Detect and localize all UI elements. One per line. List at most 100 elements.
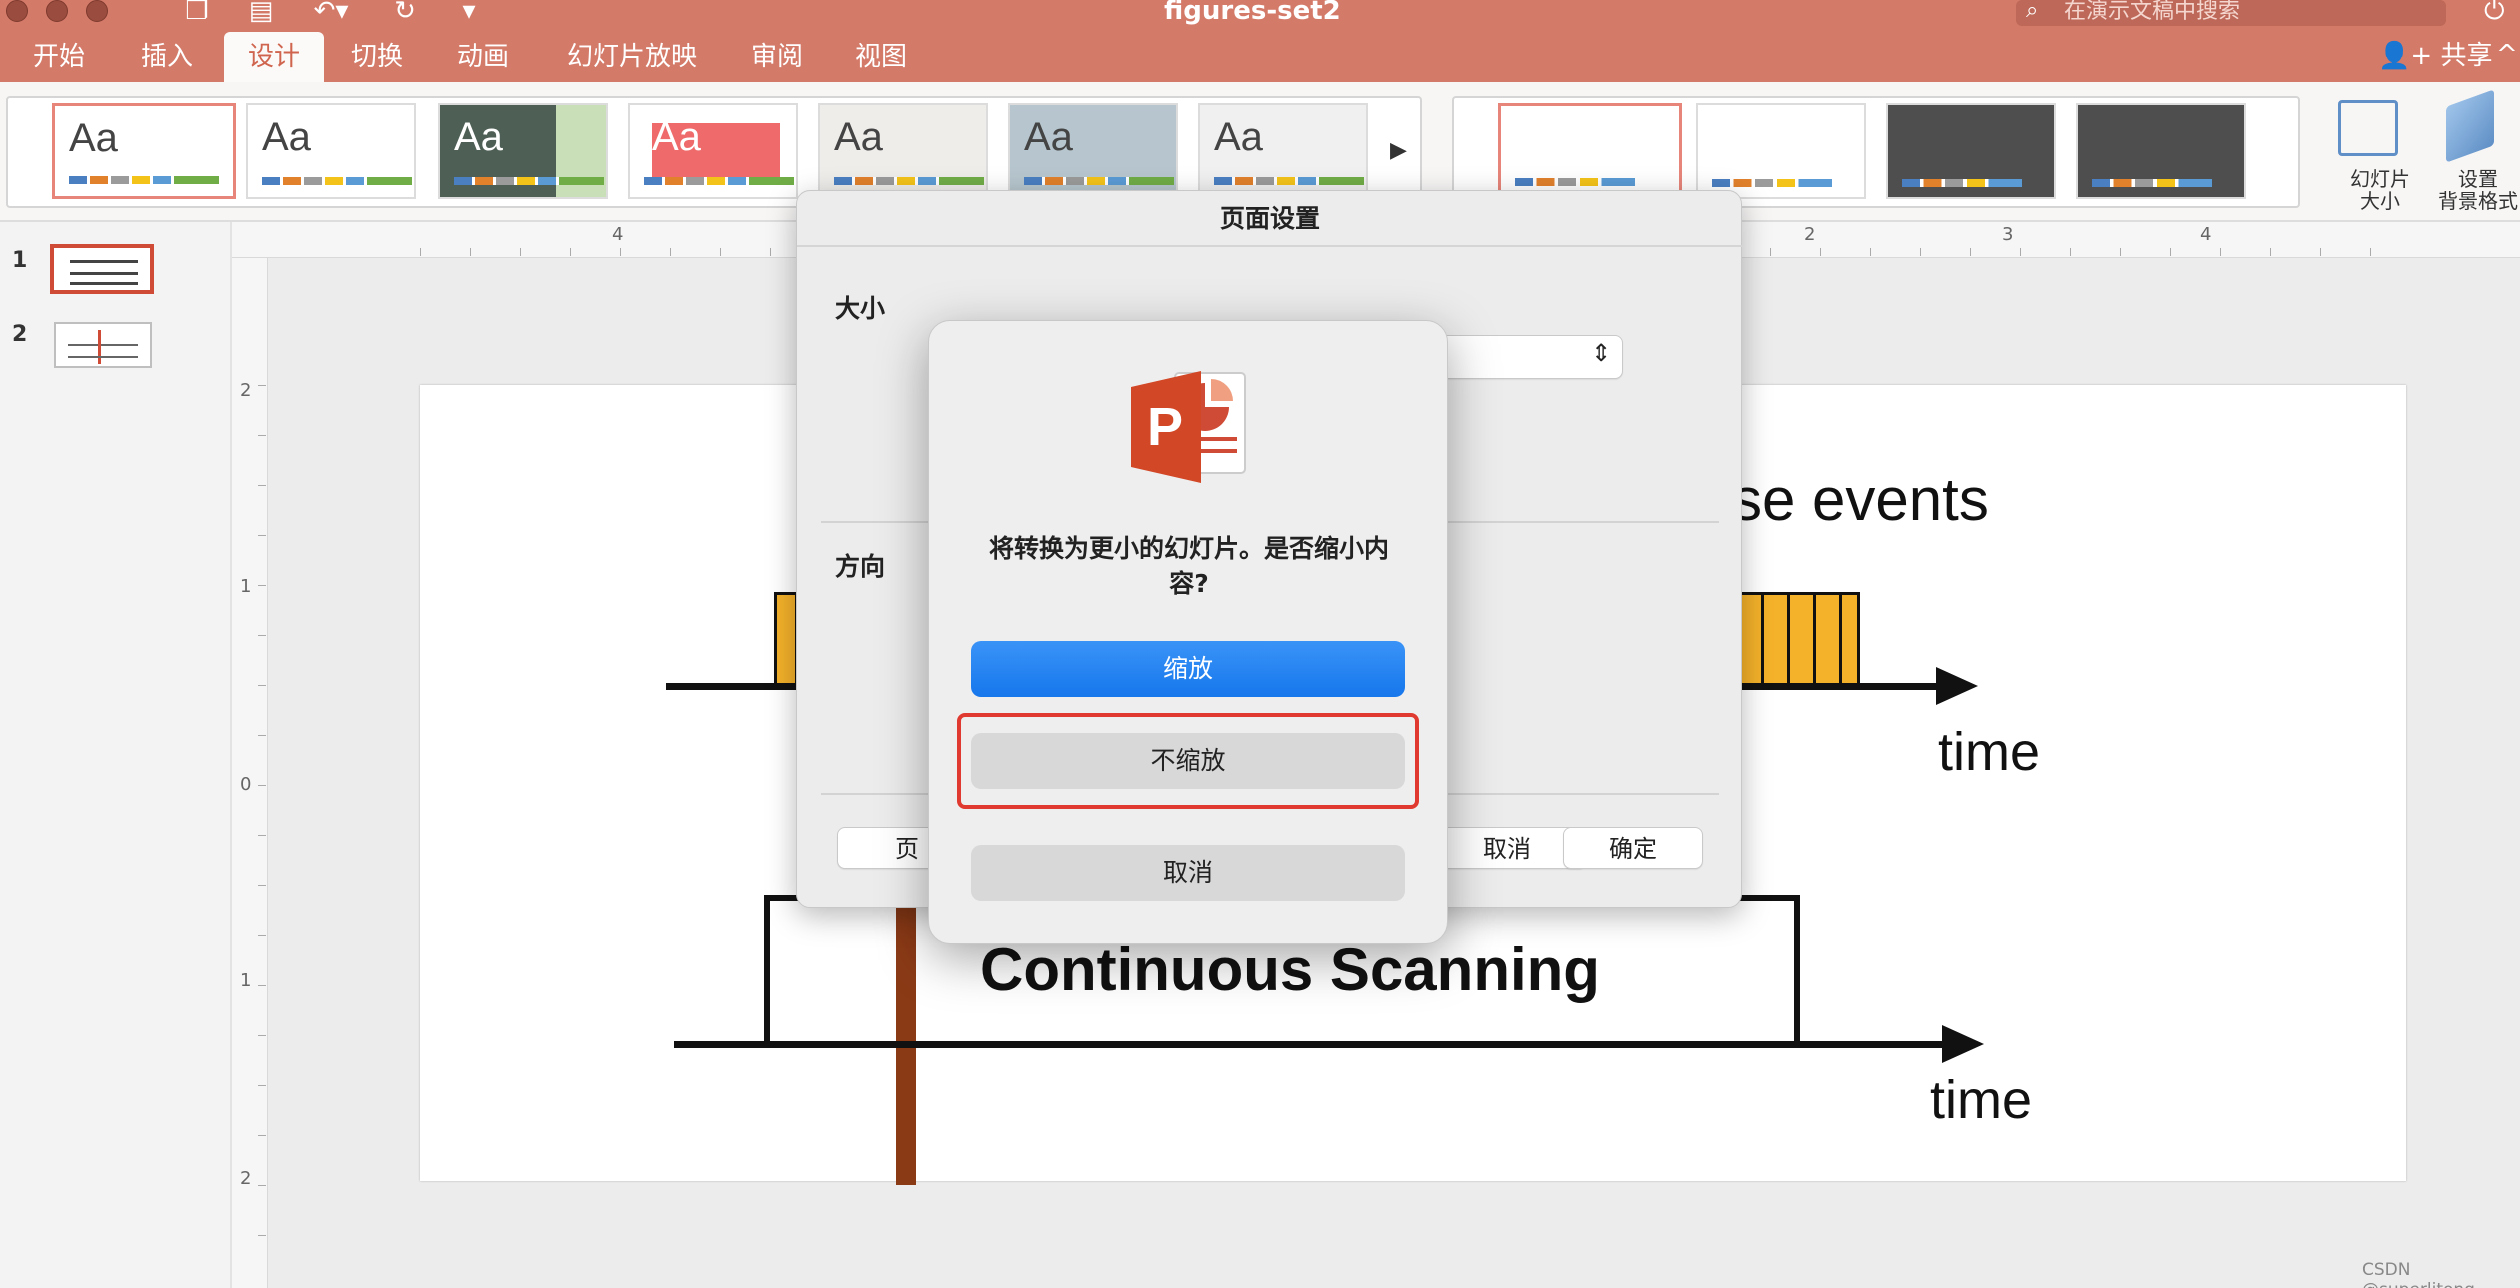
theme-5[interactable]: Aa — [818, 103, 988, 199]
tab-transitions[interactable]: 切换 — [332, 32, 422, 82]
zoom-window-button[interactable] — [86, 0, 108, 22]
time-label: time — [1930, 1070, 2033, 1130]
arrowhead-icon — [1936, 667, 1978, 705]
ruler-ticks — [258, 385, 266, 1265]
event-bars — [1732, 592, 1860, 688]
sidebar-toggle-icon[interactable]: ❐ — [182, 0, 212, 26]
tab-animations[interactable]: 动画 — [438, 32, 528, 82]
theme-sample: Aa — [834, 115, 883, 159]
size-label: 大小 — [835, 294, 886, 323]
box-label: Continuous Scanning — [980, 936, 1600, 1003]
tab-insert[interactable]: 插入 — [122, 32, 212, 82]
slide-thumbnail-2[interactable] — [54, 322, 152, 368]
variant-1[interactable] — [1498, 103, 1682, 199]
slide-size-icon — [2338, 100, 2398, 156]
customize-toolbar-icon[interactable]: ▾ — [454, 0, 484, 26]
ruler-label: 0 — [240, 774, 252, 795]
event-bar — [774, 592, 798, 688]
updown-chevron-icon: ⇕ — [1591, 339, 1612, 367]
variant-3[interactable] — [1886, 103, 2056, 199]
alert-cancel-button[interactable]: 取消 — [971, 845, 1405, 901]
orientation-label: 方向 — [835, 552, 886, 581]
scale-content-alert: P 将转换为更小的幻灯片。是否缩小内容? 缩放 不缩放 取消 — [928, 320, 1448, 944]
slide-number: 1 — [12, 248, 28, 273]
timeline-axis-bottom — [674, 1041, 1948, 1048]
collapse-ribbon-icon[interactable]: ^ — [2496, 40, 2518, 70]
ruler-label: 3 — [2002, 224, 2014, 245]
slide-thumbnail-1[interactable] — [50, 244, 154, 294]
variant-color-strip — [1515, 178, 1635, 186]
share-label: 共享 — [2440, 41, 2493, 71]
close-window-button[interactable] — [6, 0, 28, 22]
ruler-label: 1 — [240, 970, 252, 991]
theme-2[interactable]: Aa — [246, 103, 416, 199]
ruler-label: 2 — [240, 1168, 252, 1189]
save-icon[interactable]: ▤ — [246, 0, 276, 26]
theme-sample: Aa — [1024, 115, 1073, 159]
scale-button[interactable]: 缩放 — [971, 641, 1405, 697]
ruler-label: 1 — [240, 576, 252, 597]
variant-4[interactable] — [2076, 103, 2246, 199]
thumb-line — [70, 272, 138, 275]
theme-7[interactable]: Aa — [1198, 103, 1368, 199]
theme-sample: Aa — [652, 115, 701, 159]
theme-color-strip — [834, 177, 984, 185]
thumb-line — [68, 344, 138, 346]
powerpoint-app-icon: P — [1131, 371, 1246, 483]
tab-design[interactable]: 设计 — [224, 32, 324, 82]
slide-number: 2 — [12, 322, 28, 347]
thumb-line — [70, 282, 138, 285]
tab-review[interactable]: 审阅 — [732, 32, 822, 82]
tab-view[interactable]: 视图 — [836, 32, 926, 82]
svg-text:P: P — [1147, 397, 1183, 457]
theme-sample: Aa — [454, 115, 503, 159]
tab-slideshow[interactable]: 幻灯片放映 — [552, 32, 712, 82]
theme-color-strip — [69, 176, 219, 184]
slide-heading: se events — [1732, 466, 1989, 533]
search-icon: ⌕ — [2026, 0, 2039, 23]
theme-color-strip — [454, 177, 604, 185]
tab-home[interactable]: 开始 — [14, 32, 104, 82]
alert-message: 将转换为更小的幻灯片。是否缩小内容? — [988, 534, 1389, 598]
theme-color-strip — [262, 177, 412, 185]
power-icon[interactable]: ⏻ — [2484, 0, 2505, 24]
theme-sample: Aa — [1214, 115, 1263, 159]
search-input[interactable]: 在演示文稿中搜索 — [2016, 0, 2446, 26]
theme-color-strip — [1214, 177, 1364, 185]
add-person-icon: 👤+ — [2378, 41, 2441, 71]
variant-color-strip — [1902, 179, 2022, 187]
arrowhead-icon — [1942, 1025, 1984, 1063]
ruler-label: 2 — [240, 380, 252, 401]
time-label: time — [1938, 722, 2041, 782]
theme-sample: Aa — [69, 116, 118, 160]
dialog-title: 页面设置 — [797, 191, 1743, 247]
format-background-button[interactable]: 设置 背景格式 — [2428, 168, 2520, 212]
thumb-line — [68, 356, 138, 358]
theme-color-strip — [644, 177, 794, 185]
thumb-line — [98, 330, 101, 364]
ruler-label: 4 — [612, 224, 624, 245]
redo-icon[interactable]: ↻ — [390, 0, 420, 26]
watermark: CSDN @superlitong — [2362, 1260, 2475, 1288]
variant-color-strip — [1712, 179, 1832, 187]
theme-4[interactable]: Aa — [628, 103, 798, 199]
theme-6[interactable]: Aa — [1008, 103, 1178, 199]
gallery-next-icon[interactable]: ▶ — [1390, 138, 1407, 163]
variant-2[interactable] — [1696, 103, 1866, 199]
window-title: figures-set2 — [1164, 0, 1341, 26]
undo-icon[interactable]: ↶▾ — [306, 0, 356, 26]
slide-size-button[interactable]: 幻灯片 大小 — [2340, 168, 2420, 212]
theme-sample: Aa — [262, 115, 311, 159]
slide-thumbnail-pane — [0, 222, 232, 1288]
theme-office[interactable]: Aa — [52, 103, 236, 199]
share-button[interactable]: 👤+ 共享 — [2378, 36, 2492, 76]
ruler-label: 2 — [1804, 224, 1816, 245]
variant-color-strip — [2092, 179, 2212, 187]
thumb-line — [70, 260, 138, 263]
dont-scale-button[interactable]: 不缩放 — [971, 733, 1405, 789]
dialog-ok-button[interactable]: 确定 — [1563, 827, 1703, 869]
theme-3[interactable]: Aa — [438, 103, 608, 199]
theme-color-strip — [1024, 177, 1174, 185]
minimize-window-button[interactable] — [46, 0, 68, 22]
ruler-label: 4 — [2200, 224, 2212, 245]
